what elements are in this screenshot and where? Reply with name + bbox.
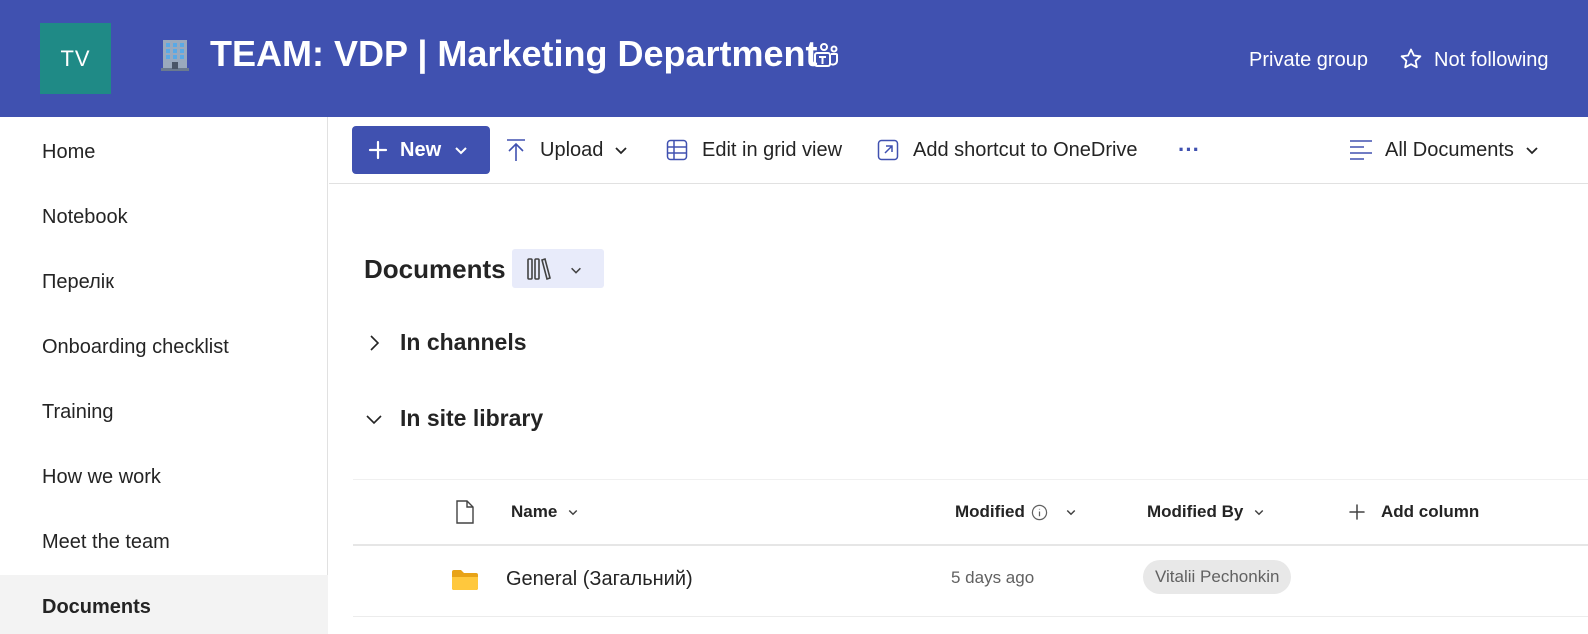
edit-grid-view-button[interactable]: Edit in grid view (666, 126, 842, 174)
chevron-down-icon (455, 147, 467, 155)
view-selector[interactable]: All Documents (1349, 126, 1540, 174)
sidebar-item-meet-the-team[interactable]: Meet the team (0, 510, 328, 575)
chevron-down-icon (366, 414, 382, 424)
chevron-down-icon (571, 267, 581, 274)
site-title: TEAM: VDP | Marketing Department (210, 33, 818, 74)
more-icon: ··· (1178, 137, 1200, 162)
site-header: TV TEAM: VDP | Marketing Department Priv… (0, 0, 1588, 117)
view-selector-label: All Documents (1385, 138, 1514, 161)
section-in-channels[interactable]: In channels (364, 329, 527, 356)
office-building-icon (161, 40, 189, 71)
table-header: Name Modified Modified By Add column (353, 479, 1588, 546)
grid-icon (666, 139, 688, 161)
teams-icon[interactable] (812, 42, 840, 70)
upload-label: Upload (540, 138, 604, 161)
add-shortcut-button[interactable]: Add shortcut to OneDrive (877, 126, 1138, 174)
shortcut-icon (877, 139, 899, 161)
left-navigation: Home Notebook Перелік Onboarding checkli… (0, 117, 328, 634)
column-header-name[interactable]: Name (511, 502, 579, 522)
sidebar-item-onboarding-checklist[interactable]: Onboarding checklist (0, 315, 328, 380)
upload-button[interactable]: Upload (505, 126, 629, 174)
chevron-down-icon (1066, 509, 1076, 516)
new-button-label: New (400, 138, 442, 161)
edit-grid-view-label: Edit in grid view (702, 138, 843, 161)
upload-icon (507, 139, 525, 161)
column-header-modified[interactable]: Modified (955, 502, 1077, 522)
add-column-label: Add column (1381, 502, 1480, 521)
section-label: In channels (400, 329, 527, 355)
chevron-right-icon (370, 334, 380, 351)
plus-icon (368, 140, 388, 160)
column-modified-by-label: Modified By (1147, 502, 1244, 521)
chevron-down-icon (615, 147, 628, 155)
chevron-down-icon (1255, 509, 1264, 516)
file-type-icon[interactable] (455, 499, 475, 525)
sidebar-item-training[interactable]: Training (0, 380, 328, 445)
column-name-label: Name (511, 502, 558, 521)
chevron-down-icon (1526, 147, 1538, 155)
sidebar-item-notebook[interactable]: Notebook (0, 185, 328, 250)
site-logo[interactable]: TV (40, 23, 111, 94)
column-modified-label: Modified (955, 502, 1025, 521)
privacy-label: Private group (1249, 49, 1368, 71)
plus-icon (1349, 504, 1365, 520)
sidebar-item-list[interactable]: Перелік (0, 250, 328, 315)
folder-icon (452, 570, 478, 590)
new-button[interactable]: New (352, 126, 490, 174)
modified-date: 5 days ago (951, 568, 1035, 587)
sidebar-item-how-we-work[interactable]: How we work (0, 445, 328, 510)
command-bar: New Upload Edit in grid view Add shortcu… (329, 117, 1588, 184)
info-icon[interactable] (1031, 504, 1048, 521)
chevron-down-icon (569, 509, 578, 516)
more-actions-button[interactable]: ··· (1178, 126, 1200, 174)
sidebar-item-home[interactable]: Home (0, 120, 328, 185)
add-shortcut-label: Add shortcut to OneDrive (913, 138, 1138, 161)
table-row[interactable]: General (Загальний) 5 days ago Vitalii P… (353, 547, 1588, 617)
follow-button[interactable]: Not following (1434, 48, 1549, 72)
sidebar-item-documents[interactable]: Documents (0, 575, 328, 634)
star-icon[interactable] (1399, 47, 1423, 71)
section-in-site-library[interactable]: In site library (364, 405, 543, 432)
add-column-button[interactable]: Add column (1349, 502, 1479, 522)
column-header-modified-by[interactable]: Modified By (1147, 502, 1265, 522)
library-view-switcher[interactable] (512, 249, 604, 288)
library-title: Documents (364, 254, 506, 284)
list-view-icon (1350, 140, 1372, 160)
section-label: In site library (400, 405, 544, 431)
modified-by-persona[interactable]: Vitalii Pechonkin (1143, 560, 1292, 594)
file-name-link[interactable]: General (Загальний) (506, 568, 693, 591)
library-icon (527, 257, 551, 281)
